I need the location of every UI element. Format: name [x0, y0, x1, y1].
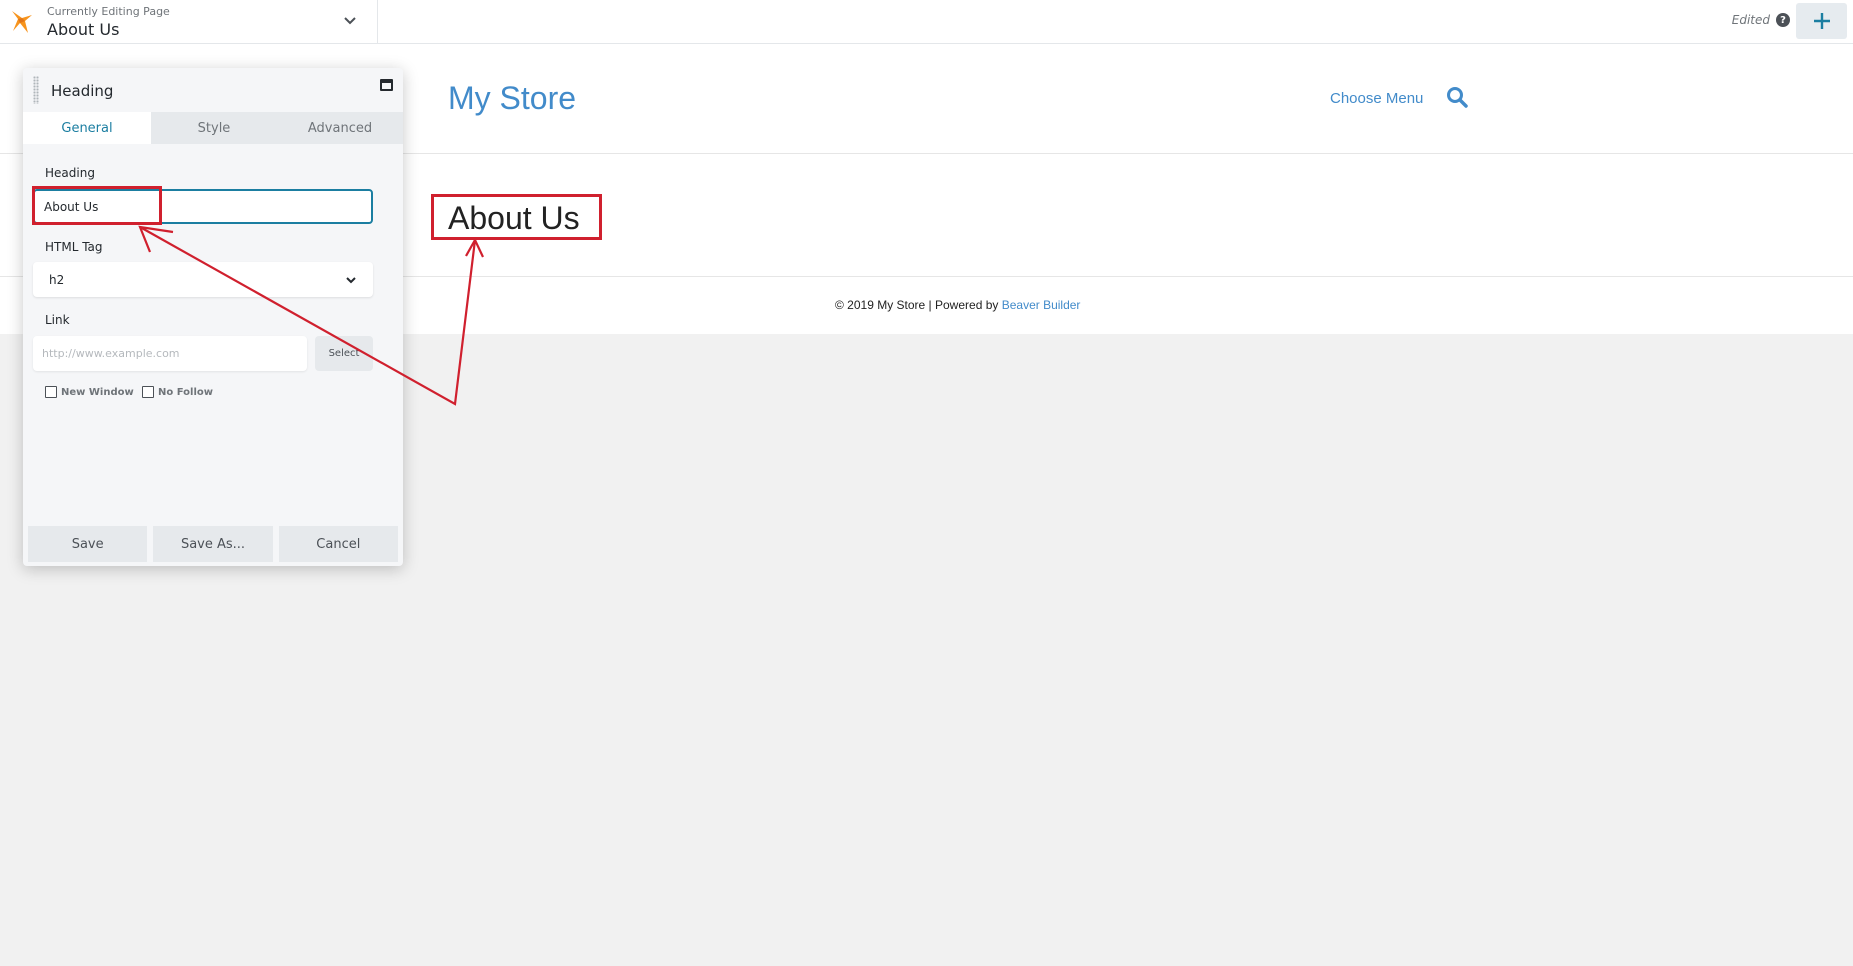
- beaver-builder-logo-icon[interactable]: [8, 9, 34, 35]
- save-button[interactable]: Save: [28, 526, 148, 562]
- drag-handle-icon[interactable]: [33, 76, 39, 104]
- heading-field-label: Heading: [45, 166, 95, 180]
- heading-module[interactable]: About Us: [448, 200, 580, 237]
- current-page-title: About Us: [47, 20, 120, 39]
- save-as-button[interactable]: Save As...: [153, 526, 273, 562]
- site-title[interactable]: My Store: [448, 80, 576, 117]
- maximize-icon[interactable]: [380, 79, 393, 91]
- new-window-checkbox[interactable]: [45, 386, 57, 398]
- no-follow-checkbox[interactable]: [142, 386, 154, 398]
- no-follow-option[interactable]: No Follow: [142, 386, 213, 398]
- topbar-divider: [377, 0, 378, 44]
- chevron-down-icon: [346, 276, 356, 283]
- link-field-label: Link: [45, 313, 70, 327]
- plus-icon: [1813, 13, 1830, 29]
- link-url-input[interactable]: http://www.example.com: [33, 336, 307, 371]
- heading-settings-panel: Heading General Style Advanced Heading A…: [23, 68, 403, 566]
- html-tag-label: HTML Tag: [45, 240, 103, 254]
- panel-header[interactable]: Heading: [23, 68, 403, 112]
- tab-style[interactable]: Style: [151, 112, 277, 144]
- cancel-button[interactable]: Cancel: [278, 526, 398, 562]
- choose-menu-link[interactable]: Choose Menu: [1330, 90, 1423, 107]
- panel-footer: Save Save As... Cancel: [23, 526, 403, 562]
- link-select-button[interactable]: Select: [315, 336, 373, 371]
- tab-advanced[interactable]: Advanced: [277, 112, 403, 144]
- current-page-info[interactable]: Currently Editing Page About Us: [47, 5, 170, 40]
- edited-status: Edited ?: [1732, 13, 1790, 27]
- new-window-option[interactable]: New Window: [45, 386, 134, 398]
- new-window-label: New Window: [61, 386, 134, 398]
- help-icon[interactable]: ?: [1776, 13, 1790, 27]
- currently-editing-label: Currently Editing Page: [47, 5, 170, 18]
- footer-copyright: © 2019 My Store | Powered by: [835, 298, 1002, 312]
- html-tag-value: h2: [49, 272, 65, 287]
- panel-tabs: General Style Advanced: [23, 112, 403, 144]
- heading-text-input[interactable]: About Us: [33, 189, 373, 224]
- chevron-down-icon[interactable]: [343, 14, 357, 28]
- panel-body: Heading About Us HTML Tag h2 Link http:/…: [23, 144, 403, 518]
- panel-title: Heading: [51, 82, 114, 100]
- add-content-button[interactable]: [1796, 3, 1847, 39]
- no-follow-label: No Follow: [158, 386, 213, 398]
- builder-topbar: Currently Editing Page About Us Edited ?: [0, 0, 1853, 44]
- html-tag-select[interactable]: h2: [33, 262, 373, 297]
- tab-general[interactable]: General: [23, 112, 151, 144]
- edited-label: Edited: [1731, 13, 1770, 27]
- footer-link[interactable]: Beaver Builder: [1002, 298, 1081, 312]
- search-icon[interactable]: [1446, 86, 1468, 108]
